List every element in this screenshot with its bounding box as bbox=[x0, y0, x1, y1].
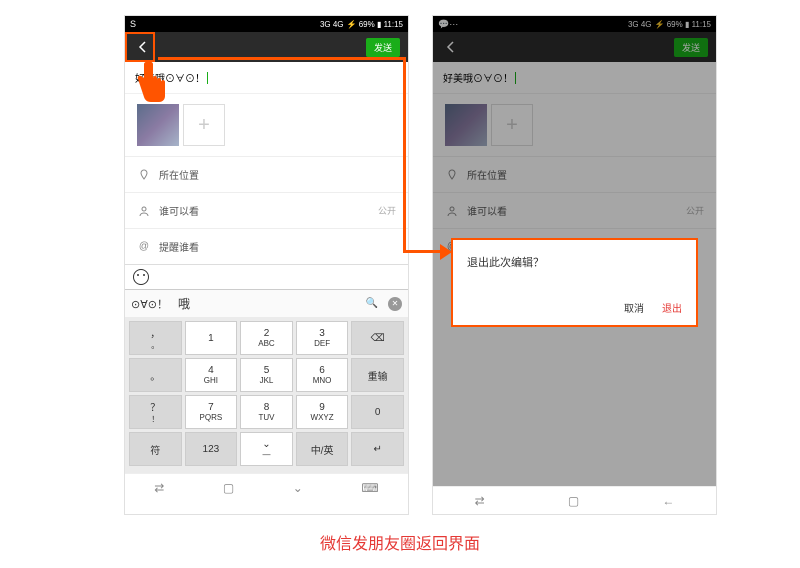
android-nav-bar: ⇄ ▢ ⌄ ⌨ bbox=[125, 473, 408, 501]
photo-thumbnail[interactable] bbox=[137, 104, 179, 146]
key-TUV[interactable]: 8TUV bbox=[240, 395, 293, 429]
key-ABC[interactable]: 2ABC bbox=[240, 321, 293, 355]
dialog-question: 退出此次编辑？ bbox=[467, 254, 682, 270]
status-right: ⚡ 69% ▮ 11:15 bbox=[347, 20, 403, 29]
android-nav-bar: ⇄ ▢ ← bbox=[433, 486, 716, 514]
key-PQRS[interactable]: 7PQRS bbox=[185, 395, 238, 429]
key-0[interactable]: 0 bbox=[351, 395, 404, 429]
visibility-value: 公开 bbox=[378, 204, 396, 217]
figure-caption: 微信发朋友圈返回界面 bbox=[0, 530, 800, 554]
key-123[interactable]: 123 bbox=[185, 432, 238, 466]
nav-recent-icon[interactable]: ⇄ bbox=[475, 494, 485, 508]
key-1[interactable]: 1 bbox=[185, 321, 238, 355]
keyboard: ，。12ABC3DEF⌫ 。4GHI5JKL6MNO重输 ？！7PQRS8TUV… bbox=[125, 317, 408, 473]
key-MNO[interactable]: 6MNO bbox=[296, 358, 349, 392]
status-bar: S 3G 4G ⚡ 69% ▮ 11:15 bbox=[125, 16, 408, 32]
key-中/英[interactable]: 中/英 bbox=[296, 432, 349, 466]
user-icon bbox=[137, 204, 151, 218]
status-left-icon: S bbox=[130, 16, 136, 32]
key-JKL[interactable]: 5JKL bbox=[240, 358, 293, 392]
send-button[interactable]: 发送 bbox=[366, 38, 400, 57]
nav-recent-icon[interactable]: ⇄ bbox=[154, 481, 164, 495]
emoji-face-icon bbox=[133, 269, 149, 285]
suggest-symbols[interactable]: ⊙∀⊙！ bbox=[131, 296, 168, 312]
annotation-arrow bbox=[158, 57, 406, 60]
nav-down-icon[interactable]: ⌄ bbox=[293, 481, 303, 495]
annotation-arrow-head bbox=[440, 244, 452, 260]
key-！[interactable]: ？！ bbox=[129, 395, 182, 429]
mention-row[interactable]: @ 提醒谁看 bbox=[125, 228, 408, 264]
annotation-arrow bbox=[403, 250, 445, 253]
location-row[interactable]: 所在位置 bbox=[125, 156, 408, 192]
dialog-exit-button[interactable]: 退出 bbox=[662, 300, 682, 315]
nav-keyboard-icon[interactable]: ⌨ bbox=[361, 481, 378, 495]
key-↵[interactable]: ↵ bbox=[351, 432, 404, 466]
key-⌫[interactable]: ⌫ bbox=[351, 321, 404, 355]
location-label: 所在位置 bbox=[159, 167, 396, 182]
suggest-close-icon[interactable]: ✕ bbox=[388, 297, 402, 311]
kb-row-4: 符123⌄—中/英↵ bbox=[129, 432, 404, 466]
kb-row-1: ，。12ABC3DEF⌫ bbox=[129, 321, 404, 355]
annotation-arrow bbox=[403, 57, 406, 253]
visibility-row[interactable]: 谁可以看 公开 bbox=[125, 192, 408, 228]
at-icon: @ bbox=[137, 240, 151, 254]
location-icon bbox=[137, 168, 151, 182]
key-DEF[interactable]: 3DEF bbox=[296, 321, 349, 355]
dialog-actions: 取消 退出 bbox=[467, 300, 682, 315]
emoji-bar[interactable] bbox=[125, 264, 408, 289]
key-重输[interactable]: 重输 bbox=[351, 358, 404, 392]
finger-pointer-icon bbox=[132, 58, 172, 106]
dialog-cancel-button[interactable]: 取消 bbox=[624, 300, 644, 315]
exit-dialog: 退出此次编辑？ 取消 退出 bbox=[451, 238, 698, 327]
key-。[interactable]: 。 bbox=[129, 358, 182, 392]
search-icon[interactable]: 🔍 bbox=[366, 298, 378, 309]
nav-home-icon[interactable]: ▢ bbox=[223, 481, 234, 495]
key-GHI[interactable]: 4GHI bbox=[185, 358, 238, 392]
key-—[interactable]: ⌄— bbox=[240, 432, 293, 466]
key-WXYZ[interactable]: 9WXYZ bbox=[296, 395, 349, 429]
nav-back-icon[interactable]: ← bbox=[662, 494, 674, 508]
phone-screenshot-right: 💬⋯ 3G 4G ⚡ 69% ▮ 11:15 发送 好美哦⊙∀⊙！ + 所在位置 bbox=[432, 15, 717, 515]
nav-home-icon[interactable]: ▢ bbox=[568, 494, 579, 508]
add-photo-button[interactable]: + bbox=[183, 104, 225, 146]
status-signal: 3G 4G bbox=[320, 20, 344, 29]
suggest-word[interactable]: 哦 bbox=[178, 295, 356, 312]
mention-label: 提醒谁看 bbox=[159, 239, 396, 254]
key-符[interactable]: 符 bbox=[129, 432, 182, 466]
kb-row-2: 。4GHI5JKL6MNO重输 bbox=[129, 358, 404, 392]
suggestion-bar: ⊙∀⊙！ 哦 🔍 ✕ bbox=[125, 289, 408, 317]
visibility-label: 谁可以看 bbox=[159, 203, 370, 218]
text-cursor bbox=[207, 72, 208, 84]
kb-row-3: ？！7PQRS8TUV9WXYZ0 bbox=[129, 395, 404, 429]
key-。[interactable]: ，。 bbox=[129, 321, 182, 355]
